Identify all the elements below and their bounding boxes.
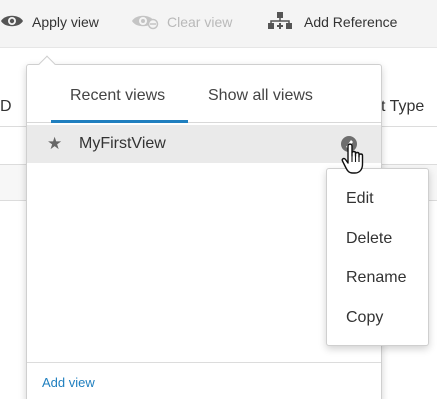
tab-recent-views[interactable]: Recent views [70,87,165,105]
add-view-link[interactable]: Add view [42,375,95,390]
footer-divider [27,362,381,363]
add-reference-label: Add Reference [304,14,398,30]
eye-icon [0,13,24,32]
hand-cursor-icon [340,142,370,181]
clear-view-button[interactable]: Clear view [131,0,232,44]
menu-item-edit[interactable]: Edit [346,190,374,208]
eye-slash-icon [131,12,159,33]
apply-view-label: Apply view [32,14,99,30]
view-item-myfirstview[interactable]: ★ MyFirstView [27,125,381,163]
tab-show-all-views[interactable]: Show all views [208,87,313,105]
table-header-type: t Type [381,98,425,115]
menu-item-copy[interactable]: Copy [346,309,383,327]
view-context-menu: Edit Delete Rename Copy [326,168,429,346]
clear-view-label: Clear view [167,14,233,30]
views-tabs: Recent views Show all views [27,65,381,123]
add-reference-button[interactable]: Add Reference [266,0,397,44]
view-name: MyFirstView [79,135,166,152]
network-plus-icon [266,10,296,35]
star-icon[interactable]: ★ [47,134,62,154]
toolbar: Apply view Clear view Add Reference [0,0,437,48]
menu-item-delete[interactable]: Delete [346,230,392,248]
menu-item-rename[interactable]: Rename [346,269,406,287]
active-tab-indicator [51,120,188,123]
apply-view-button[interactable]: Apply view [0,0,99,44]
table-header-left: D [0,98,12,115]
